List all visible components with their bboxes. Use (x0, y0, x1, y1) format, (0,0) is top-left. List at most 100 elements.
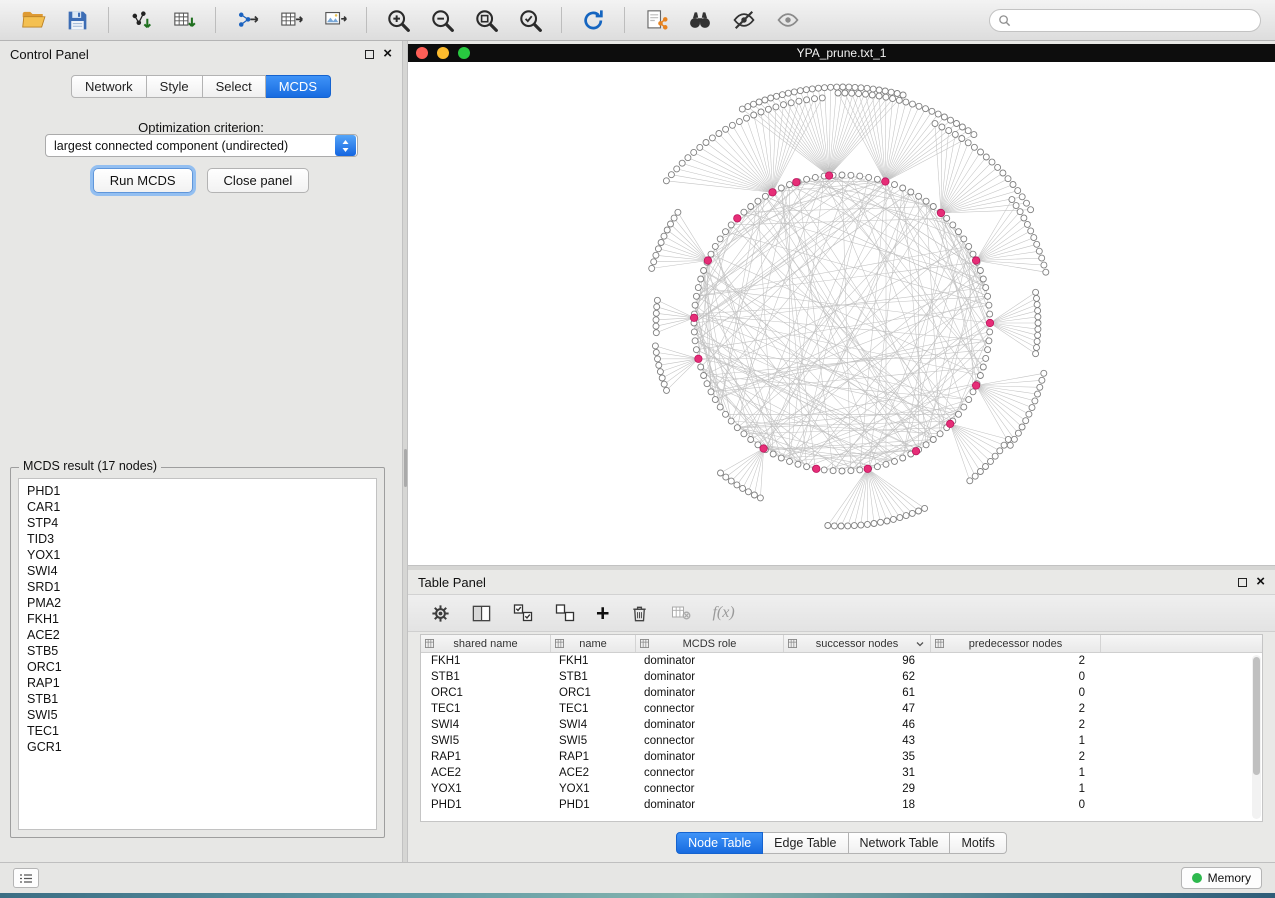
network-canvas[interactable] (408, 62, 1275, 565)
table-cell[interactable]: RAP1 (421, 751, 551, 763)
table-cell[interactable]: dominator (636, 671, 784, 683)
mcds-result-item[interactable]: TEC1 (27, 723, 376, 739)
mcds-result-item[interactable]: GCR1 (27, 739, 376, 755)
table-row[interactable]: TEC1TEC1connector472 (421, 701, 1262, 717)
tab-motifs[interactable]: Motifs (950, 832, 1006, 854)
table-cell[interactable]: 31 (784, 767, 931, 779)
import-table-button[interactable] (165, 3, 203, 37)
table-cell[interactable]: connector (636, 767, 784, 779)
column-header-name[interactable]: name (551, 635, 636, 652)
table-cell[interactable]: connector (636, 703, 784, 715)
zoom-out-button[interactable] (423, 3, 461, 37)
tab-select[interactable]: Select (203, 75, 266, 98)
export-image-button[interactable] (316, 3, 354, 37)
mcds-result-item[interactable]: STB5 (27, 643, 376, 659)
table-cell[interactable]: SWI5 (421, 735, 551, 747)
table-cell[interactable]: 2 (931, 751, 1101, 763)
table-row[interactable]: ACE2ACE2connector311 (421, 765, 1262, 781)
table-cell[interactable]: STB1 (421, 671, 551, 683)
zoom-fit-button[interactable] (467, 3, 505, 37)
table-cell[interactable]: TEC1 (551, 703, 636, 715)
close-panel-button[interactable]: Close panel (207, 168, 310, 193)
table-row[interactable]: FKH1FKH1dominator962 (421, 653, 1262, 669)
clone-network-button[interactable] (637, 3, 675, 37)
table-cell[interactable]: YOX1 (551, 783, 636, 795)
table-cell[interactable]: 1 (931, 783, 1101, 795)
table-cell[interactable]: PHD1 (551, 799, 636, 811)
table-cell[interactable]: PHD1 (421, 799, 551, 811)
mcds-result-item[interactable]: STB1 (27, 691, 376, 707)
table-row[interactable]: ORC1ORC1dominator610 (421, 685, 1262, 701)
table-cell[interactable]: connector (636, 735, 784, 747)
table-row[interactable]: YOX1YOX1connector291 (421, 781, 1262, 797)
mcds-result-item[interactable]: CAR1 (27, 499, 376, 515)
table-row[interactable]: PHD1PHD1dominator180 (421, 797, 1262, 813)
run-mcds-button[interactable]: Run MCDS (93, 168, 193, 193)
table-cell[interactable]: 2 (931, 655, 1101, 667)
import-network-button[interactable] (121, 3, 159, 37)
table-row[interactable]: SWI5SWI5connector431 (421, 733, 1262, 749)
table-cell[interactable]: dominator (636, 751, 784, 763)
table-row[interactable]: SWI4SWI4dominator462 (421, 717, 1262, 733)
table-cell[interactable]: SWI4 (421, 719, 551, 731)
show-details-button[interactable] (769, 3, 807, 37)
table-cell[interactable]: 0 (931, 799, 1101, 811)
float-panel-icon[interactable] (365, 50, 374, 59)
table-cell[interactable]: 1 (931, 735, 1101, 747)
table-cell[interactable]: 61 (784, 687, 931, 699)
table-cell[interactable]: 96 (784, 655, 931, 667)
find-button[interactable] (681, 3, 719, 37)
function-builder-button[interactable]: f(x) (712, 598, 734, 628)
mcds-result-item[interactable]: ACE2 (27, 627, 376, 643)
table-cell[interactable]: ORC1 (421, 687, 551, 699)
export-table-button[interactable] (272, 3, 310, 37)
mcds-result-item[interactable]: YOX1 (27, 547, 376, 563)
mcds-result-item[interactable]: FKH1 (27, 611, 376, 627)
deselect-all-rows-button[interactable] (554, 598, 576, 628)
mcds-result-item[interactable]: PHD1 (27, 483, 376, 499)
mcds-result-item[interactable]: PMA2 (27, 595, 376, 611)
table-cell[interactable]: SWI5 (551, 735, 636, 747)
table-cell[interactable]: STB1 (551, 671, 636, 683)
mcds-result-item[interactable]: SWI4 (27, 563, 376, 579)
table-cell[interactable]: dominator (636, 719, 784, 731)
column-header-successor-nodes[interactable]: successor nodes (784, 635, 931, 652)
table-cell[interactable]: ACE2 (551, 767, 636, 779)
delete-table-button[interactable] (670, 598, 692, 628)
close-panel-icon[interactable]: × (383, 49, 392, 59)
close-table-panel-icon[interactable]: × (1256, 577, 1265, 587)
table-cell[interactable]: 47 (784, 703, 931, 715)
table-scrollbar-thumb[interactable] (1253, 657, 1260, 775)
table-cell[interactable]: 29 (784, 783, 931, 795)
table-cell[interactable]: TEC1 (421, 703, 551, 715)
table-row[interactable]: RAP1RAP1dominator352 (421, 749, 1262, 765)
table-cell[interactable]: FKH1 (551, 655, 636, 667)
network-graph-svg[interactable] (408, 62, 1275, 565)
table-scrollbar[interactable] (1252, 655, 1261, 819)
search-input[interactable] (1016, 13, 1252, 27)
refresh-button[interactable] (574, 3, 612, 37)
select-all-rows-button[interactable] (512, 598, 534, 628)
float-table-panel-icon[interactable] (1238, 578, 1247, 587)
mcds-result-item[interactable]: TID3 (27, 531, 376, 547)
table-cell[interactable]: 62 (784, 671, 931, 683)
tab-edge-table[interactable]: Edge Table (763, 832, 848, 854)
mcds-result-item[interactable]: SRD1 (27, 579, 376, 595)
table-cell[interactable]: 0 (931, 687, 1101, 699)
export-network-button[interactable] (228, 3, 266, 37)
table-cell[interactable]: connector (636, 783, 784, 795)
tab-network-table[interactable]: Network Table (849, 832, 951, 854)
table-row[interactable]: STB1STB1dominator620 (421, 669, 1262, 685)
panel-splitter-handle[interactable] (404, 449, 407, 487)
table-cell[interactable]: ACE2 (421, 767, 551, 779)
memory-button[interactable]: Memory (1181, 867, 1262, 889)
table-cell[interactable]: ORC1 (551, 687, 636, 699)
column-header-mcds-role[interactable]: MCDS role (636, 635, 784, 652)
task-history-button[interactable] (13, 868, 39, 888)
show-columns-button[interactable] (471, 598, 492, 628)
table-cell[interactable]: 2 (931, 703, 1101, 715)
mcds-result-item[interactable]: RAP1 (27, 675, 376, 691)
table-cell[interactable]: YOX1 (421, 783, 551, 795)
tab-mcds[interactable]: MCDS (266, 75, 331, 98)
mcds-result-item[interactable]: STP4 (27, 515, 376, 531)
